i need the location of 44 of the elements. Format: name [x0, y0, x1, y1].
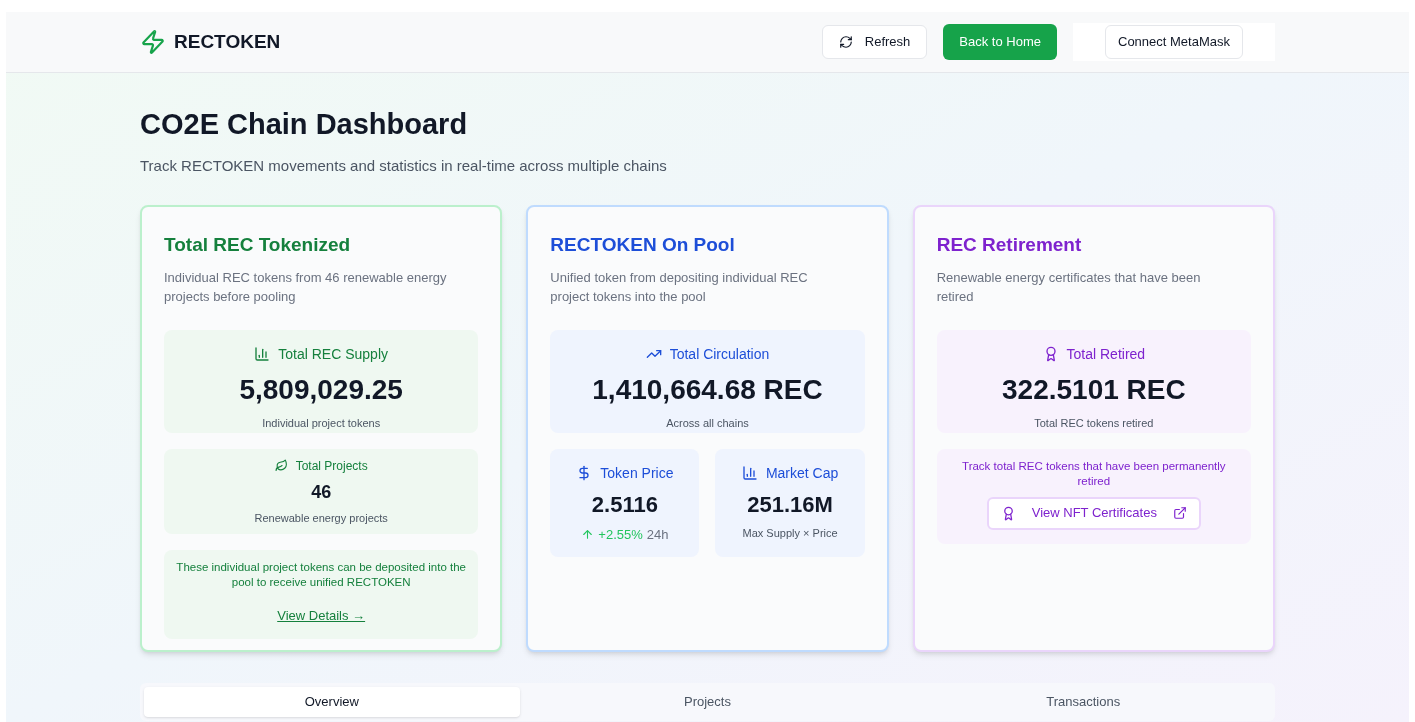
- logo-icon: [140, 29, 166, 55]
- view-details-link[interactable]: View Details →: [277, 605, 366, 625]
- stat-icon: [254, 346, 271, 362]
- stat-label: Total Circulation: [669, 344, 770, 364]
- stat-caption: Total REC tokens retired: [1033, 415, 1155, 431]
- stat-label: Market Cap: [765, 463, 839, 483]
- page-title: CO2E Chain Dashboard: [140, 107, 469, 142]
- stat-value: 322.5101 REC: [1001, 372, 1187, 407]
- card-description: Renewable energy certificates that have been retired: [936, 268, 1202, 306]
- page-subtitle: Track RECTOKEN movements and statistics in real-time across multiple chains: [140, 155, 668, 176]
- card-description: Individual REC tokens from 46 renewable energy projects before pooling: [164, 268, 448, 306]
- stat-label: Total REC Supply: [278, 344, 388, 364]
- tab[interactable]: Overview: [144, 687, 520, 717]
- stat-caption: Max Supply × Price: [741, 525, 839, 541]
- card-title: RECTOKEN On Pool: [550, 233, 736, 257]
- refresh-icon: [838, 35, 853, 49]
- card-title: REC Retirement: [936, 233, 1083, 257]
- stat-value: 46: [310, 480, 333, 504]
- external-link-icon: [1172, 506, 1187, 520]
- change-period: 24h: [646, 525, 669, 544]
- arrow-up-icon: [581, 527, 595, 541]
- info-text: Track total REC tokens that have been permanently retired: [961, 458, 1227, 489]
- card-title: Total REC Tokenized: [164, 233, 352, 257]
- info-text: These individual project tokens can be deposited into the pool to receive unified RECTOKEN: [176, 559, 467, 590]
- stat-value: 2.5116: [590, 490, 659, 519]
- stat-caption: Individual project tokens: [261, 415, 382, 431]
- stat-value: 251.16M: [746, 490, 834, 519]
- view-certificates-button[interactable]: View NFT Certificates: [986, 496, 1201, 530]
- stat-value: 1,410,664.68 REC: [591, 372, 824, 407]
- stat-label: Token Price: [600, 463, 674, 483]
- stat-icon: [741, 465, 758, 481]
- stat-label: Total Retired: [1066, 344, 1146, 364]
- card-description: Unified token from depositing individual REC project tokens into the pool: [550, 268, 809, 306]
- stat-icon: [274, 459, 288, 472]
- price-change: +2.55%: [598, 525, 643, 544]
- stat-label: Total Projects: [295, 457, 368, 475]
- stat-caption: Across all chains: [665, 415, 750, 431]
- connect-wallet-button[interactable]: Connect MetaMask: [1105, 25, 1243, 59]
- brand-name: RECTOKEN: [174, 29, 281, 54]
- refresh-button[interactable]: Refresh: [821, 25, 928, 59]
- stat-value: 5,809,029.25: [238, 372, 404, 407]
- stat-caption: Renewable energy projects: [253, 510, 389, 526]
- tab[interactable]: Projects: [519, 687, 896, 717]
- tab[interactable]: Transactions: [895, 687, 1271, 717]
